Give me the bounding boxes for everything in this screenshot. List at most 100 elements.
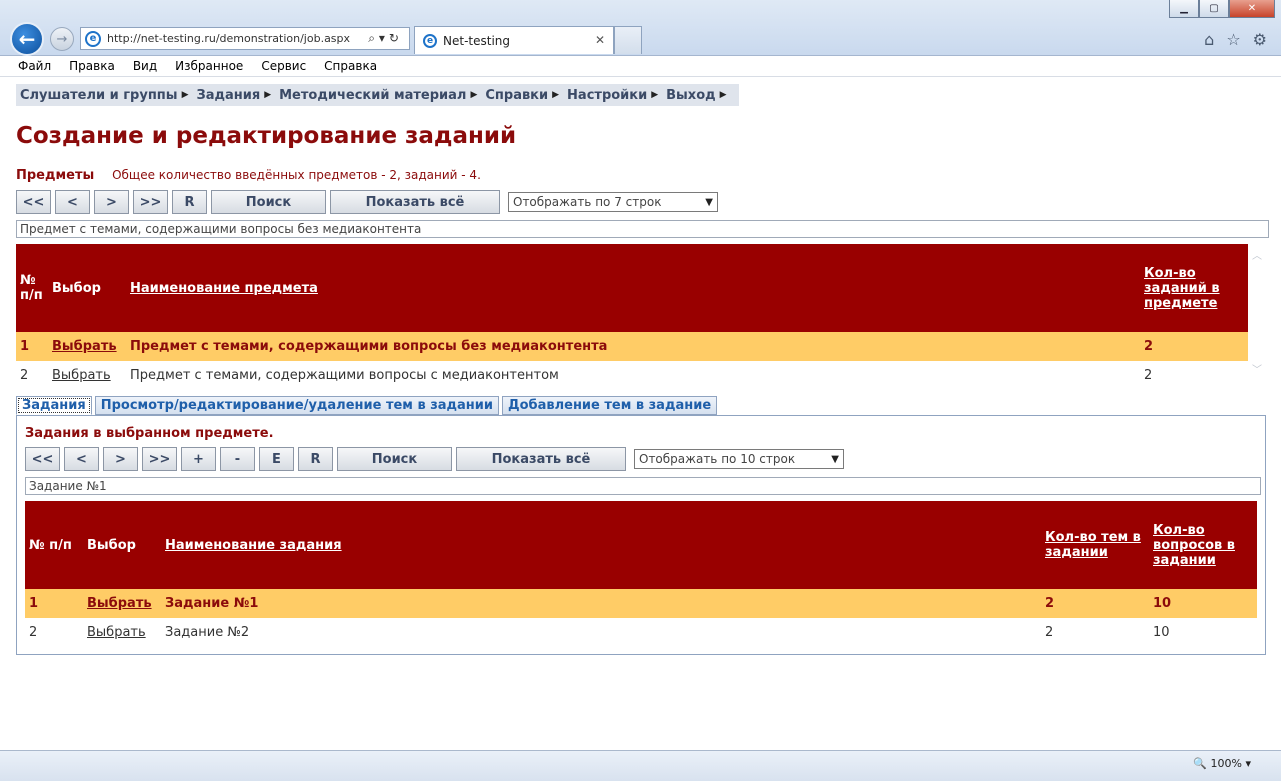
col-questions-header[interactable]: Кол-во вопросов в задании <box>1149 501 1257 589</box>
search-button[interactable]: Поиск <box>337 447 452 471</box>
menu-item-favorites[interactable]: Избранное <box>164 59 250 73</box>
zoom-level: 100% <box>1210 757 1242 770</box>
nav-item-reports[interactable]: Справки ▶ <box>485 88 559 103</box>
triangle-right-icon: ▶ <box>719 90 727 100</box>
row-themes: 2 <box>1041 589 1149 618</box>
col-name-header[interactable]: Наименование задания <box>161 501 1041 589</box>
chevron-down-icon: ▾ <box>1245 757 1251 770</box>
row-name: Задание №1 <box>161 589 1041 618</box>
address-url[interactable]: http://net-testing.ru/demonstration/job.… <box>107 32 368 45</box>
add-task-button[interactable]: + <box>181 447 216 471</box>
row-name: Предмет с темами, содержащими вопросы с … <box>130 368 559 383</box>
select-link[interactable]: Выбрать <box>87 596 152 611</box>
table-row: 2 Выбрать Задание №2 2 10 <box>25 618 1257 647</box>
nav-item-listeners[interactable]: Слушатели и группы ▶ <box>20 88 188 103</box>
zoom-control[interactable]: 🔍 100% ▾ <box>1193 757 1251 770</box>
prev-page-button[interactable]: < <box>64 447 99 471</box>
edit-task-button[interactable]: E <box>259 447 294 471</box>
search-button[interactable]: Поиск <box>211 190 326 214</box>
subjects-toolbar: << < > >> R Поиск Показать всё Отображат… <box>16 190 718 214</box>
nav-item-exit[interactable]: Выход ▶ <box>666 88 726 103</box>
last-page-button[interactable]: >> <box>133 190 168 214</box>
menu-item-edit[interactable]: Правка <box>58 59 122 73</box>
gear-icon[interactable]: ⚙ <box>1253 30 1267 49</box>
nav-item-settings[interactable]: Настройки ▶ <box>567 88 658 103</box>
minimize-button[interactable]: ▁ <box>1169 0 1199 18</box>
sort-questions-link[interactable]: Кол-во вопросов в задании <box>1153 523 1235 568</box>
search-refresh-icons[interactable]: ⌕▾↻ <box>368 31 409 46</box>
tab-add-themes[interactable]: Добавление тем в задание <box>502 396 718 415</box>
menu-item-tools[interactable]: Сервис <box>250 59 313 73</box>
nav-label: Выход <box>666 87 716 103</box>
last-page-button[interactable]: >> <box>142 447 177 471</box>
menu-item-file[interactable]: Файл <box>0 59 58 73</box>
nav-label: Методический материал <box>279 87 467 103</box>
subjects-info: Общее количество введённых предметов - 2… <box>112 168 481 182</box>
sort-count-link[interactable]: Кол-во заданий в предмете <box>1144 266 1220 311</box>
subject-filter-input[interactable]: Предмет с темами, содержащими вопросы бе… <box>16 220 1269 238</box>
rows-per-page-select[interactable]: Отображать по 10 строк ▼ <box>634 449 844 469</box>
nav-label: Слушатели и группы <box>20 87 178 103</box>
sort-name-link[interactable]: Наименование задания <box>165 538 342 553</box>
tasks-panel: Задания в выбранном предмете. << < > >> … <box>16 415 1266 655</box>
back-button[interactable]: ← <box>10 22 44 56</box>
triangle-right-icon: ▶ <box>264 90 272 100</box>
arrow-left-icon: ← <box>18 27 36 51</box>
task-filter-input[interactable]: Задание №1 <box>25 477 1261 495</box>
menu-item-help[interactable]: Справка <box>313 59 384 73</box>
col-num-header: № п/п <box>25 501 83 589</box>
triangle-right-icon: ▶ <box>470 90 478 100</box>
row-choose: Выбрать <box>83 589 161 618</box>
tab-tasks[interactable]: Задания <box>16 396 92 415</box>
browser-toolbar-icons: ⌂ ☆ ⚙ <box>1204 30 1267 49</box>
show-all-button[interactable]: Показать всё <box>456 447 626 471</box>
close-window-button[interactable]: ✕ <box>1229 0 1275 18</box>
table-row: 2 Выбрать Предмет с темами, содержащими … <box>16 361 1248 390</box>
status-bar: 🔍 100% ▾ <box>0 750 1281 781</box>
prev-page-button[interactable]: < <box>55 190 90 214</box>
show-all-button[interactable]: Показать всё <box>330 190 500 214</box>
col-name-header[interactable]: Наименование предмета <box>126 244 1140 332</box>
menu-bar: Файл Правка Вид Избранное Сервис Справка <box>0 56 1281 77</box>
favorites-star-icon[interactable]: ☆ <box>1226 30 1240 49</box>
menu-item-view[interactable]: Вид <box>122 59 164 73</box>
select-link[interactable]: Выбрать <box>87 625 146 640</box>
remove-task-button[interactable]: - <box>220 447 255 471</box>
select-link[interactable]: Выбрать <box>52 339 117 354</box>
next-page-button[interactable]: > <box>94 190 129 214</box>
close-tab-icon[interactable]: ✕ <box>595 33 605 47</box>
browser-chrome: ▁ ▢ ✕ ← → e http://net-testing.ru/demons… <box>0 0 1281 56</box>
address-bar[interactable]: e http://net-testing.ru/demonstration/jo… <box>80 27 410 50</box>
home-icon[interactable]: ⌂ <box>1204 30 1214 49</box>
col-count-header[interactable]: Кол-во заданий в предмете <box>1140 244 1248 332</box>
col-themes-header[interactable]: Кол-во тем в задании <box>1041 501 1149 589</box>
subjects-scrollbar[interactable]: ︿ ﹀ <box>1249 245 1265 377</box>
rows-per-page-value: Отображать по 10 строк <box>639 452 796 466</box>
new-tab-button[interactable] <box>614 26 642 54</box>
forward-button[interactable]: → <box>50 27 74 51</box>
next-page-button[interactable]: > <box>103 447 138 471</box>
row-name: Задание №2 <box>165 625 250 640</box>
sort-name-link[interactable]: Наименование предмета <box>130 281 318 296</box>
nav-item-materials[interactable]: Методический материал ▶ <box>279 88 477 103</box>
sort-themes-link[interactable]: Кол-во тем в задании <box>1045 530 1141 560</box>
scroll-down-icon[interactable]: ﹀ <box>1252 361 1262 376</box>
row-num: 1 <box>16 332 48 361</box>
scroll-up-icon[interactable]: ︿ <box>1252 247 1262 262</box>
arrow-right-icon: → <box>56 31 68 47</box>
reset-button[interactable]: R <box>298 447 333 471</box>
select-link[interactable]: Выбрать <box>52 368 111 383</box>
table-header: № п/п Выбор Наименование задания Кол-во … <box>25 501 1257 589</box>
row-num: 2 <box>29 625 38 640</box>
tab-edit-themes[interactable]: Просмотр/редактирование/удаление тем в з… <box>94 396 500 415</box>
first-page-button[interactable]: << <box>16 190 51 214</box>
reset-button[interactable]: R <box>172 190 207 214</box>
tasks-table: № п/п Выбор Наименование задания Кол-во … <box>25 501 1257 647</box>
rows-per-page-select[interactable]: Отображать по 7 строк ▼ <box>508 192 718 212</box>
first-page-button[interactable]: << <box>25 447 60 471</box>
subjects-header: Предметы Общее количество введённых пред… <box>16 168 481 183</box>
nav-item-tasks[interactable]: Задания ▶ <box>196 88 271 103</box>
col-num-header: № п/п <box>16 244 48 332</box>
browser-tab[interactable]: e Net-testing ✕ <box>414 26 614 54</box>
maximize-button[interactable]: ▢ <box>1199 0 1229 18</box>
